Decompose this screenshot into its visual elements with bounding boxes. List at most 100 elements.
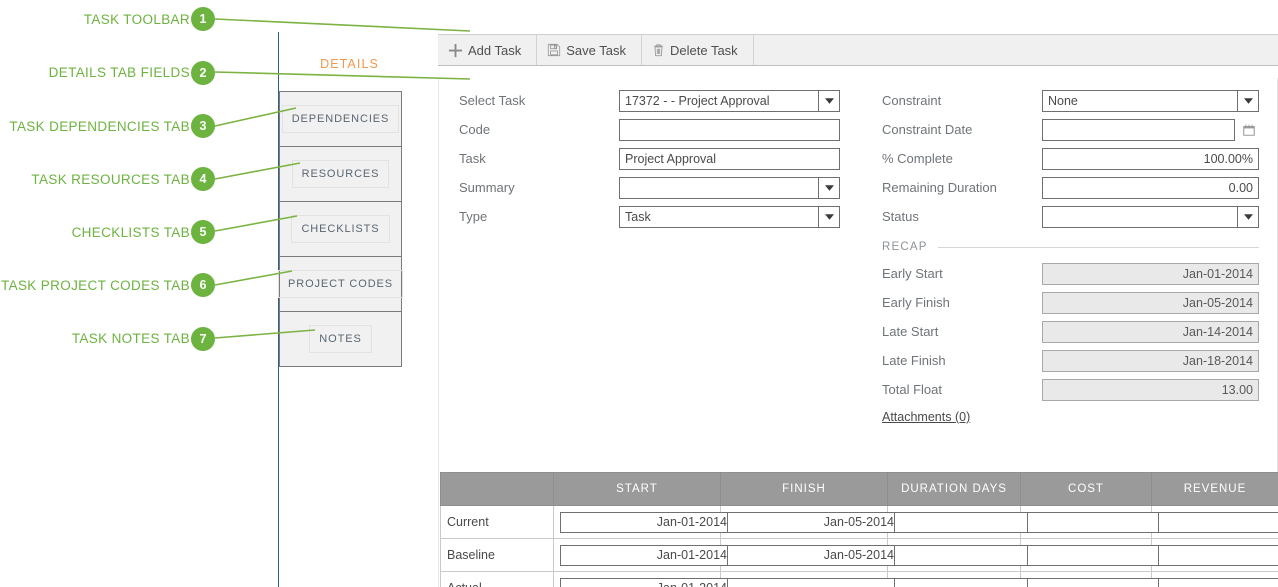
grid-header-row: START FINISH DURATION DAYS COST REVENUE <box>441 473 1278 506</box>
baseline-start-input[interactable] <box>560 545 733 566</box>
recap-header: RECAP <box>882 241 1259 253</box>
calendar-icon[interactable] <box>1239 123 1259 137</box>
chevron-down-icon[interactable] <box>1237 207 1258 227</box>
add-task-label: Add Task <box>468 43 521 58</box>
late-start-value <box>1042 321 1259 343</box>
early-start-value <box>1042 263 1259 285</box>
cell-baseline-finish <box>721 539 888 572</box>
remaining-duration-label: Remaining Duration <box>882 180 1042 195</box>
field-summary: Summary <box>459 173 840 202</box>
sidebar-tab-notes[interactable]: NOTES <box>280 312 401 367</box>
percent-complete-label: % Complete <box>882 151 1042 166</box>
baseline-revenue-input[interactable] <box>1158 545 1278 566</box>
total-float-label: Total Float <box>882 382 1042 397</box>
project-codes-tab-button[interactable]: PROJECT CODES <box>278 270 403 298</box>
grid-col-finish: FINISH <box>721 473 888 506</box>
field-percent-complete: % Complete <box>882 144 1259 173</box>
constraint-date-input[interactable] <box>1042 119 1235 141</box>
grid-col-duration: DURATION DAYS <box>888 473 1021 506</box>
tab-stack: DEPENDENCIES RESOURCES CHECKLISTS PROJEC… <box>279 91 402 367</box>
select-task-combo[interactable]: 17372 - - Project Approval <box>619 90 840 112</box>
summary-label: Summary <box>459 180 619 195</box>
recap-row-late-finish: Late Finish <box>882 346 1259 375</box>
table-row: Current <box>441 506 1278 539</box>
table-row: Baseline <box>441 539 1278 572</box>
current-start-input[interactable] <box>560 512 733 533</box>
add-task-button[interactable]: Add Task <box>438 35 536 65</box>
annotation-label-5: CHECKLISTS TAB <box>72 225 190 240</box>
task-toolbar: Add Task Save Task Delete Task <box>438 34 1278 66</box>
annotation-badge-3: 3 <box>191 114 215 138</box>
grid-col-blank <box>441 473 554 506</box>
early-start-label: Early Start <box>882 266 1042 281</box>
baseline-finish-input[interactable] <box>727 545 900 566</box>
code-input[interactable] <box>619 119 840 141</box>
recap-row-total-float: Total Float <box>882 375 1259 404</box>
content-pane: Add Task Save Task Delete Task <box>420 32 1278 587</box>
cell-baseline-start <box>554 539 721 572</box>
cell-actual-duration <box>888 572 1021 587</box>
checklists-tab-button[interactable]: CHECKLISTS <box>291 215 389 243</box>
actual-finish-input[interactable] <box>727 578 900 587</box>
current-revenue-input[interactable] <box>1158 512 1278 533</box>
save-task-label: Save Task <box>566 43 626 58</box>
annotation-badge-1: 1 <box>191 7 215 31</box>
type-value: Task <box>620 210 818 224</box>
status-combo[interactable] <box>1042 206 1259 228</box>
total-float-value <box>1042 379 1259 401</box>
constraint-combo[interactable]: None <box>1042 90 1259 112</box>
toolbar-filler <box>753 35 1278 65</box>
delete-task-button[interactable]: Delete Task <box>642 35 753 65</box>
grid-col-start: START <box>554 473 721 506</box>
status-label: Status <box>882 209 1042 224</box>
sidebar-tab-dependencies[interactable]: DEPENDENCIES <box>280 92 401 147</box>
tab-details[interactable]: DETAILS <box>279 49 420 79</box>
chevron-down-icon[interactable] <box>818 207 839 227</box>
dependencies-tab-button[interactable]: DEPENDENCIES <box>282 105 400 133</box>
current-finish-input[interactable] <box>727 512 900 533</box>
actual-start-input[interactable] <box>560 578 733 587</box>
cell-baseline-revenue <box>1152 539 1278 572</box>
summary-combo[interactable] <box>619 177 840 199</box>
sidebar-tab-checklists[interactable]: CHECKLISTS <box>280 202 401 257</box>
row-label-baseline: Baseline <box>441 539 554 572</box>
form-column-left: Select Task 17372 - - Project Approval <box>439 86 858 426</box>
annotation-label-1: TASK TOOLBAR <box>84 12 190 27</box>
recap-row-late-start: Late Start <box>882 317 1259 346</box>
save-task-button[interactable]: Save Task <box>537 35 641 65</box>
sidebar-tab-project-codes[interactable]: PROJECT CODES <box>280 257 401 312</box>
chevron-down-icon[interactable] <box>818 91 839 111</box>
cell-current-duration <box>888 506 1021 539</box>
annotation-label-4: TASK RESOURCES TAB <box>31 172 190 187</box>
constraint-label: Constraint <box>882 93 1042 108</box>
cell-current-cost <box>1021 506 1152 539</box>
floppy-disk-icon <box>547 43 561 57</box>
sidebar-tab-resources[interactable]: RESOURCES <box>280 147 401 202</box>
early-finish-value <box>1042 292 1259 314</box>
remaining-duration-input[interactable] <box>1042 177 1259 199</box>
grid-col-revenue: REVENUE <box>1152 473 1278 506</box>
field-type: Type Task <box>459 202 840 231</box>
notes-tab-button[interactable]: NOTES <box>309 325 371 353</box>
annotation-label-6: TASK PROJECT CODES TAB <box>1 278 190 293</box>
task-input[interactable] <box>619 148 840 170</box>
form-column-right: Constraint None Constraint Date <box>858 86 1277 426</box>
percent-complete-input[interactable] <box>1042 148 1259 170</box>
table-row: Actual <box>441 572 1278 587</box>
chevron-down-icon[interactable] <box>1237 91 1258 111</box>
task-label: Task <box>459 151 619 166</box>
resources-tab-button[interactable]: RESOURCES <box>292 160 390 188</box>
field-select-task: Select Task 17372 - - Project Approval <box>459 86 840 115</box>
field-constraint-date: Constraint Date <box>882 115 1259 144</box>
chevron-down-icon[interactable] <box>818 178 839 198</box>
type-combo[interactable]: Task <box>619 206 840 228</box>
cell-baseline-duration <box>888 539 1021 572</box>
cell-current-start <box>554 506 721 539</box>
field-code: Code <box>459 115 840 144</box>
actual-revenue-input[interactable] <box>1158 578 1278 587</box>
annotation-badge-6: 6 <box>191 273 215 297</box>
attachments-link[interactable]: Attachments (0) <box>882 410 970 424</box>
dates-grid: START FINISH DURATION DAYS COST REVENUE … <box>440 472 1278 587</box>
annotation-badge-4: 4 <box>191 167 215 191</box>
select-task-label: Select Task <box>459 93 619 108</box>
